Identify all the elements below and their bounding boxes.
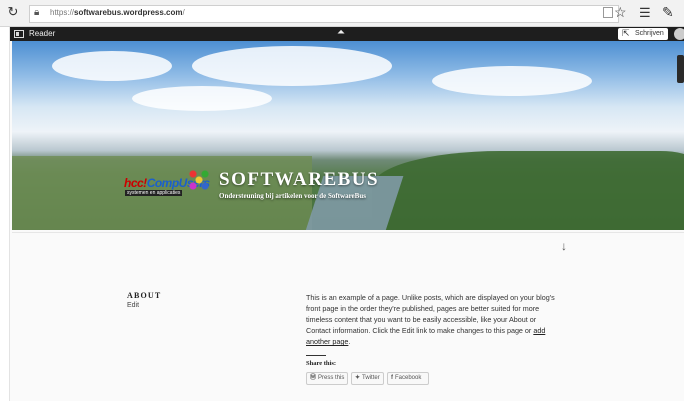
page-title: ABOUT (127, 291, 162, 300)
lock-icon: 🔒︎ (34, 7, 40, 18)
reader-icon[interactable] (14, 30, 24, 38)
reader-link[interactable]: Reader (29, 29, 55, 38)
wordpress-admin-bar: Reader ⏶ ⇱ Schrijven (10, 27, 684, 41)
write-icon: ⇱ (622, 28, 630, 38)
cloud (132, 86, 272, 111)
cloud (52, 51, 172, 81)
write-button-label: Schrijven (635, 30, 664, 37)
site-description: Ondersteuning bij artikelen voor de Soft… (219, 192, 366, 200)
share-title: Share this: (306, 360, 337, 367)
scrollbar[interactable] (677, 55, 684, 83)
facebook-icon: f (391, 375, 393, 381)
arrow-down-icon[interactable]: ↓ (561, 239, 567, 253)
logo-subtitle: systemen en applicaties (125, 190, 183, 196)
reload-icon[interactable]: ↻ (6, 5, 20, 19)
url-text[interactable]: https://softwarebus.wordpress.com/ (50, 8, 185, 17)
twitter-button[interactable]: ✦ Twitter (351, 372, 384, 385)
site-logo[interactable]: hcc!CompUsers systemen en applicaties (124, 165, 216, 203)
share-divider (306, 355, 326, 356)
left-edge (0, 27, 10, 401)
collapse-bar-icon[interactable]: ⏶ (337, 27, 345, 38)
wordpress-icon: Ⓦ (310, 375, 317, 381)
press-this-button[interactable]: Ⓦ Press this (306, 372, 348, 385)
favorites-icon[interactable]: ☰ (639, 5, 651, 21)
trees (372, 151, 684, 230)
twitter-icon: ✦ (355, 375, 361, 381)
address-bar[interactable]: 🔒︎ https://softwarebus.wordpress.com/ (29, 5, 619, 23)
pen-icon[interactable]: ✎ (662, 4, 674, 21)
page-content: This is an example of a page. Unlike pos… (306, 293, 555, 346)
cloud (432, 66, 592, 96)
reading-view-icon[interactable] (603, 7, 613, 18)
logo-dots-icon (184, 165, 214, 195)
browser-toolbar: ↻ 🔒︎ https://softwarebus.wordpress.com/ … (0, 0, 684, 27)
facebook-button[interactable]: f Facebook (387, 372, 429, 385)
site-title[interactable]: SOFTWAREBUS (219, 169, 379, 191)
cloud (192, 46, 392, 86)
divider (12, 232, 684, 233)
write-button[interactable]: ⇱ Schrijven (618, 28, 668, 40)
header-image: hcc!CompUsers systemen en applicaties SO… (12, 41, 684, 230)
star-icon[interactable]: ☆ (614, 4, 627, 21)
edit-link[interactable]: Edit (127, 302, 139, 309)
avatar[interactable] (674, 28, 684, 40)
